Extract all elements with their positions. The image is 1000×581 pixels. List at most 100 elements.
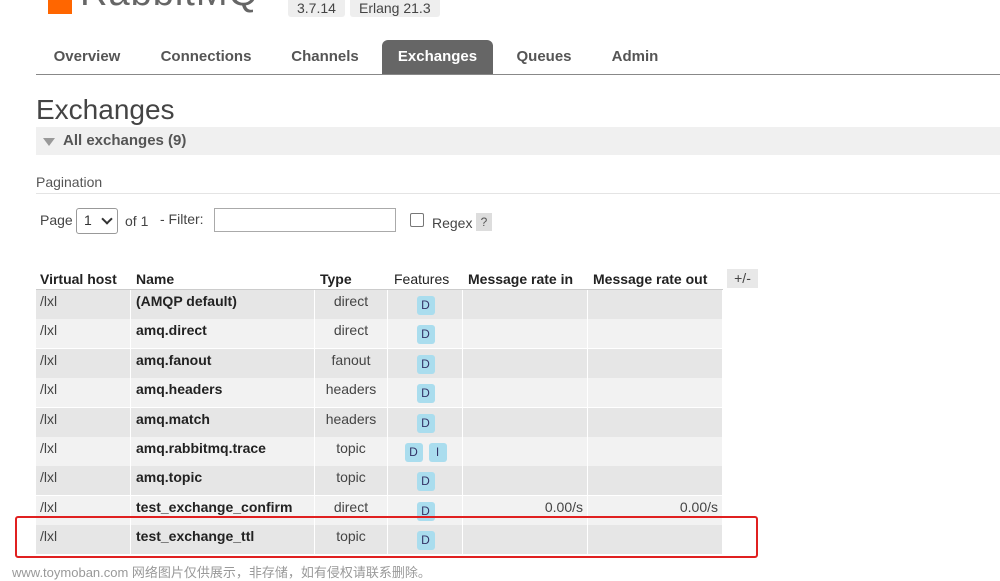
exchange-name-link[interactable]: amq.match bbox=[136, 411, 210, 427]
cell-features: D bbox=[388, 407, 463, 437]
watermark: www.toymoban.com 网络图片仅供展示，非存储，如有侵权请联系删除。 bbox=[12, 565, 431, 580]
page-select-value: 1 bbox=[84, 212, 92, 228]
table-row: /lxl amq.match headers D bbox=[36, 407, 723, 437]
type-text: fanout bbox=[331, 351, 371, 368]
exchange-name-link[interactable]: amq.direct bbox=[136, 322, 207, 338]
cell-rate-out bbox=[588, 378, 723, 408]
type-text: topic bbox=[336, 469, 366, 486]
cell-rate-out bbox=[588, 348, 723, 378]
vhost-text: /lxl bbox=[40, 322, 58, 339]
cell-vhost: /lxl bbox=[36, 348, 131, 378]
column-toggle-button[interactable]: +/- bbox=[727, 269, 758, 288]
tab-overview[interactable]: Overview bbox=[42, 40, 132, 74]
column-header[interactable]: Type bbox=[315, 269, 388, 290]
type-text: headers bbox=[325, 381, 377, 398]
cell-features: D bbox=[388, 319, 463, 349]
vhost-text: /lxl bbox=[40, 293, 58, 309]
page-count: of 1 bbox=[125, 213, 149, 229]
pagination-label: Pagination bbox=[36, 174, 103, 190]
cell-features: D bbox=[388, 466, 463, 496]
regex-label: Regex bbox=[432, 215, 473, 231]
cell-name: amq.topic bbox=[131, 466, 315, 496]
cell-type: fanout bbox=[315, 348, 388, 378]
collapse-triangle-icon bbox=[43, 138, 55, 146]
cell-rate-out bbox=[588, 437, 723, 466]
vhost-text: /lxl bbox=[40, 469, 58, 486]
cell-rate-out bbox=[588, 319, 723, 349]
regex-checkbox[interactable] bbox=[410, 213, 424, 227]
tab-channels[interactable]: Channels bbox=[280, 40, 370, 74]
table-row: /lxl amq.headers headers D bbox=[36, 378, 723, 408]
vhost-text: /lxl bbox=[40, 381, 58, 398]
cell-vhost: /lxl bbox=[36, 290, 131, 319]
cell-features: D bbox=[388, 348, 463, 378]
exchange-name-link[interactable]: test_exchange_confirm bbox=[136, 499, 292, 515]
chevron-down-icon bbox=[101, 213, 113, 225]
column-header[interactable]: Name bbox=[131, 269, 315, 290]
type-text: headers bbox=[325, 410, 377, 427]
vhost-text: /lxl bbox=[40, 351, 58, 368]
regex-help-button[interactable]: ? bbox=[476, 213, 492, 231]
rabbitmq-logo[interactable]: RabbitMQ bbox=[46, 0, 276, 14]
feature-badge: D bbox=[404, 443, 423, 462]
cell-name: amq.match bbox=[131, 407, 315, 437]
vhost-text: /lxl bbox=[40, 410, 58, 427]
column-header[interactable]: Virtual host bbox=[36, 269, 131, 290]
feature-badge: D bbox=[416, 413, 435, 433]
filter-label: - Filter: bbox=[160, 211, 204, 227]
cell-vhost: /lxl bbox=[36, 437, 131, 466]
feature-badge: D bbox=[416, 354, 435, 374]
page-label: Page bbox=[40, 212, 73, 228]
cell-type: headers bbox=[315, 407, 388, 437]
section-title: All exchanges (9) bbox=[63, 132, 187, 149]
cell-name: amq.fanout bbox=[131, 348, 315, 378]
cell-rate-out bbox=[588, 407, 723, 437]
table-row: /lxl amq.rabbitmq.trace topic D I bbox=[36, 437, 723, 466]
column-header: Features bbox=[388, 269, 463, 290]
filter-input[interactable] bbox=[214, 208, 396, 232]
exchange-name-link[interactable]: (AMQP default) bbox=[136, 293, 237, 309]
cell-rate-in bbox=[463, 290, 588, 319]
cell-features: D bbox=[388, 290, 463, 319]
exchange-name-link[interactable]: amq.rabbitmq.trace bbox=[136, 440, 266, 456]
exchange-name-link[interactable]: amq.headers bbox=[136, 381, 222, 397]
type-text: direct bbox=[333, 293, 369, 309]
feature-badge: D bbox=[416, 296, 435, 315]
logo-text: RabbitMQ bbox=[80, 0, 259, 14]
cell-rate-out bbox=[588, 466, 723, 496]
table-row: /lxl (AMQP default) direct D bbox=[36, 290, 723, 319]
feature-badge: D bbox=[416, 472, 435, 492]
exchange-name-link[interactable]: amq.fanout bbox=[136, 352, 211, 368]
feature-badge: I bbox=[428, 443, 447, 462]
tab-admin[interactable]: Admin bbox=[602, 40, 668, 74]
cell-rate-in bbox=[463, 348, 588, 378]
cell-name: amq.headers bbox=[131, 378, 315, 408]
cell-features: DI bbox=[388, 437, 463, 466]
all-exchanges-section-toggle[interactable]: All exchanges (9) bbox=[36, 127, 1000, 155]
cell-rate-in bbox=[463, 378, 588, 408]
table-row: /lxl amq.direct direct D bbox=[36, 319, 723, 349]
exchange-name-link[interactable]: amq.topic bbox=[136, 469, 202, 485]
tab-exchanges[interactable]: Exchanges bbox=[382, 40, 493, 74]
vhost-text: /lxl bbox=[40, 498, 58, 515]
logo-square-icon bbox=[48, 0, 72, 14]
cell-rate-in bbox=[463, 437, 588, 466]
cell-vhost: /lxl bbox=[36, 319, 131, 349]
tab-queues[interactable]: Queues bbox=[506, 40, 582, 74]
cell-name: amq.rabbitmq.trace bbox=[131, 437, 315, 466]
column-header[interactable]: Message rate in bbox=[463, 269, 588, 290]
type-text: direct bbox=[333, 498, 369, 515]
table-row: /lxl amq.topic topic D bbox=[36, 466, 723, 496]
tab-connections[interactable]: Connections bbox=[148, 40, 264, 74]
type-text: topic bbox=[336, 440, 366, 456]
version-badge: 3.7.14 bbox=[288, 0, 345, 17]
feature-badge: D bbox=[416, 325, 435, 345]
highlight-box bbox=[15, 516, 758, 558]
cell-rate-in bbox=[463, 319, 588, 349]
page-select[interactable]: 1 bbox=[76, 208, 118, 234]
pagination-divider bbox=[36, 193, 1000, 194]
rate-out-text: 0.00/s bbox=[679, 498, 718, 515]
column-header[interactable]: Message rate out bbox=[588, 269, 723, 290]
cell-type: direct bbox=[315, 290, 388, 319]
cell-features: D bbox=[388, 378, 463, 408]
